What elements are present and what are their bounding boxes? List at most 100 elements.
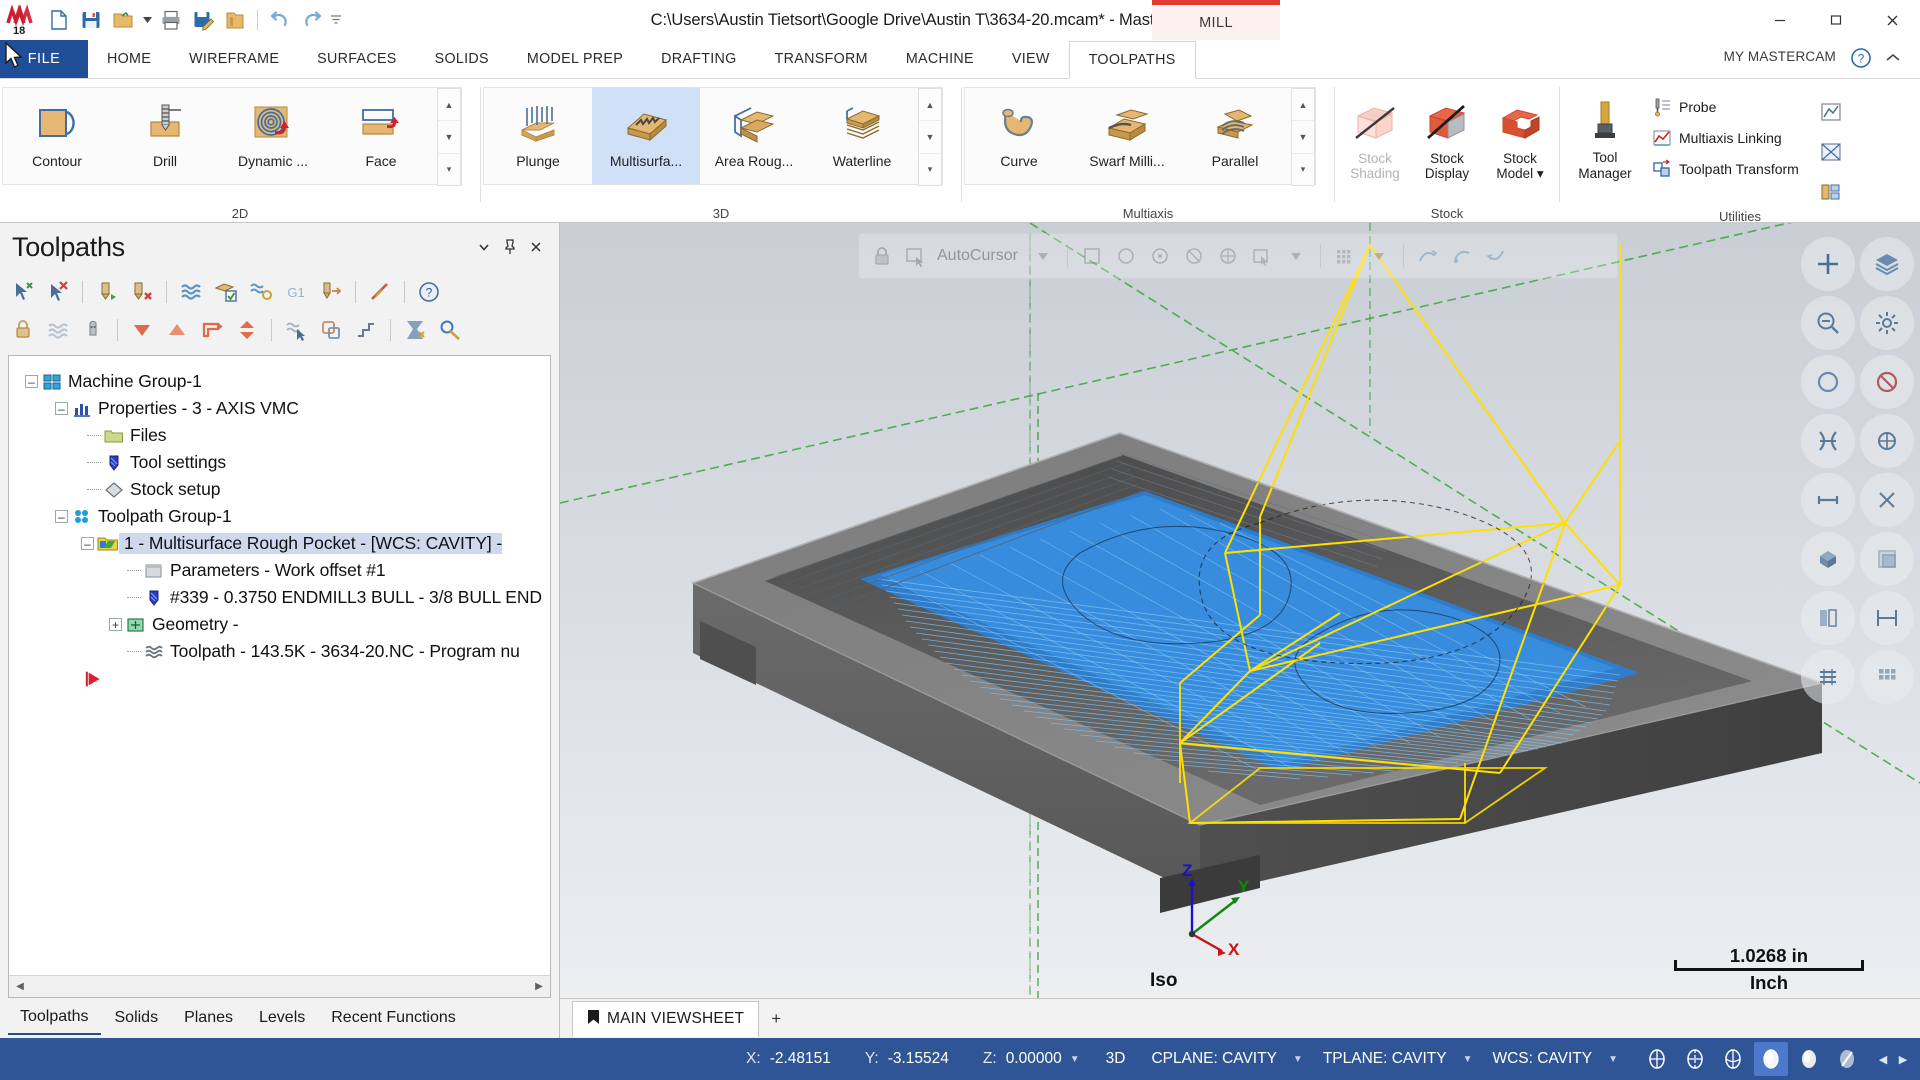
open-dropdown-caret[interactable] bbox=[140, 6, 154, 34]
tree-expander-geometry[interactable]: + bbox=[109, 618, 122, 631]
post-icon[interactable] bbox=[314, 275, 348, 309]
toggle-posting-icon[interactable] bbox=[41, 313, 75, 347]
tree-row-parameters[interactable]: Parameters - Work offset #1 bbox=[17, 557, 550, 584]
gallery-multiaxis-scroller[interactable]: ▲ ▼ ▾ bbox=[1291, 88, 1315, 186]
g1-backplot-icon[interactable]: G1 bbox=[279, 275, 313, 309]
grid-snap-icon[interactable] bbox=[1330, 241, 1360, 271]
gallery-2d-scroll-down[interactable]: ▼ bbox=[438, 121, 460, 154]
snap-quadrant-icon[interactable] bbox=[1213, 241, 1243, 271]
panel-tab-toolpaths[interactable]: Toolpaths bbox=[8, 1001, 101, 1035]
tree-row-files[interactable]: Files bbox=[17, 422, 550, 449]
edit-icon[interactable] bbox=[433, 313, 467, 347]
autocursor-mode-icon[interactable] bbox=[901, 241, 931, 271]
collapse-ribbon-icon[interactable] bbox=[1886, 50, 1900, 68]
grid-caret[interactable] bbox=[1364, 241, 1394, 271]
button-parallel-multiaxis[interactable]: Parallel bbox=[1181, 88, 1289, 184]
highfeed-icon[interactable] bbox=[363, 275, 397, 309]
open-folder-icon[interactable] bbox=[108, 5, 138, 35]
deselect-all-icon[interactable] bbox=[41, 275, 75, 309]
relative-snap-icon[interactable] bbox=[1413, 241, 1443, 271]
delete-icon[interactable] bbox=[398, 313, 432, 347]
utilities-extra-3-icon[interactable] bbox=[1814, 175, 1848, 209]
tab-solids[interactable]: SOLIDS bbox=[416, 40, 508, 78]
shaded-wireframe-icon[interactable] bbox=[1716, 1042, 1750, 1076]
status-wcs[interactable]: WCS: CAVITY bbox=[1492, 1050, 1592, 1068]
button-tool-manager[interactable]: Tool Manager bbox=[1566, 87, 1644, 183]
pan-icon[interactable] bbox=[1860, 414, 1914, 468]
tab-wireframe[interactable]: WIREFRAME bbox=[170, 40, 298, 78]
new-file-icon[interactable] bbox=[44, 5, 74, 35]
panel-tab-planes[interactable]: Planes bbox=[172, 1001, 245, 1035]
tree-expander-properties[interactable]: – bbox=[55, 402, 68, 415]
graphics-viewport[interactable]: AutoCursor Z Y X Iso 1.0268 in Inch MAIN… bbox=[560, 223, 1920, 1038]
tree-row-insert-arrow[interactable] bbox=[17, 665, 550, 692]
measure-icon[interactable] bbox=[1860, 591, 1914, 645]
button-stock-display[interactable]: Stock Display bbox=[1411, 87, 1483, 183]
select-toolpath-icon[interactable] bbox=[279, 313, 313, 347]
button-probe[interactable]: Probe bbox=[1648, 93, 1806, 121]
button-plunge[interactable]: Plunge bbox=[484, 88, 592, 184]
tab-surfaces[interactable]: SURFACES bbox=[298, 40, 415, 78]
zoom-window-icon[interactable] bbox=[1801, 355, 1855, 409]
fit-to-screen-icon[interactable] bbox=[1801, 237, 1855, 291]
tree-scroll-right-icon[interactable]: ▶ bbox=[528, 976, 550, 997]
panel-tab-levels[interactable]: Levels bbox=[247, 1001, 317, 1035]
wireframe-icon[interactable] bbox=[1860, 473, 1914, 527]
toolpath-group-icon[interactable] bbox=[195, 313, 229, 347]
viewsheet-tab-main[interactable]: MAIN VIEWSHEET bbox=[572, 1000, 760, 1037]
minimize-button[interactable] bbox=[1752, 0, 1808, 40]
gallery-ma-expand[interactable]: ▾ bbox=[1292, 154, 1314, 185]
autocursor-toolbar[interactable]: AutoCursor bbox=[858, 233, 1618, 279]
sort-icon[interactable] bbox=[230, 313, 264, 347]
print-icon[interactable] bbox=[156, 5, 186, 35]
simulate-nesting-icon[interactable] bbox=[244, 275, 278, 309]
product-tab-mill[interactable]: MILL bbox=[1152, 0, 1280, 40]
tree-horizontal-scrollbar[interactable]: ◀ ▶ bbox=[9, 975, 550, 997]
gallery-2d-scroll-up[interactable]: ▲ bbox=[438, 89, 460, 122]
tree-scroll-left-icon[interactable]: ◀ bbox=[9, 976, 31, 997]
button-dynamic-mill[interactable]: Dynamic ... bbox=[219, 88, 327, 184]
button-contour[interactable]: Contour bbox=[3, 88, 111, 184]
tree-expander-toolpath-group[interactable]: – bbox=[55, 510, 68, 523]
snap-point-icon[interactable] bbox=[1247, 241, 1277, 271]
tree-row-toolpath-group[interactable]: – Toolpath Group-1 bbox=[17, 503, 550, 530]
tab-drafting[interactable]: DRAFTING bbox=[642, 40, 755, 78]
snap-intersection-icon[interactable] bbox=[1179, 241, 1209, 271]
toggle-display-icon[interactable] bbox=[76, 313, 110, 347]
button-area-rough[interactable]: Area Roug... bbox=[700, 88, 808, 184]
simulate-toolpath-icon[interactable] bbox=[174, 275, 208, 309]
my-mastercam-link[interactable]: MY MASTERCAM bbox=[1724, 49, 1836, 64]
button-stock-shading[interactable]: Stock Shading bbox=[1339, 87, 1411, 183]
close-button[interactable] bbox=[1864, 0, 1920, 40]
button-stock-model[interactable]: Stock Model ▾ bbox=[1483, 87, 1557, 183]
tab-model-prep[interactable]: MODEL PREP bbox=[508, 40, 642, 78]
customize-qat-icon[interactable] bbox=[329, 6, 343, 34]
status-cplane[interactable]: CPLANE: CAVITY bbox=[1151, 1050, 1276, 1068]
tree-expander-toolpath-1[interactable]: – bbox=[81, 537, 94, 550]
toolpath-level-icon[interactable] bbox=[349, 313, 383, 347]
tree-row-tool-settings[interactable]: Tool settings bbox=[17, 449, 550, 476]
display-grid-icon[interactable] bbox=[1860, 650, 1914, 704]
translucent-display-icon[interactable] bbox=[1830, 1042, 1864, 1076]
gallery-3d-scroll-down[interactable]: ▼ bbox=[919, 121, 941, 154]
levels-icon[interactable] bbox=[1860, 237, 1914, 291]
panel-help-icon[interactable]: ? bbox=[412, 275, 446, 309]
status-tplane[interactable]: TPLANE: CAVITY bbox=[1323, 1050, 1447, 1068]
button-waterline[interactable]: Waterline bbox=[808, 88, 916, 184]
tree-row-machine-group[interactable]: – Machine Group-1 bbox=[17, 368, 550, 395]
lock-icon[interactable] bbox=[6, 313, 40, 347]
tab-toolpaths[interactable]: TOOLPATHS bbox=[1068, 41, 1196, 79]
analyze-icon[interactable] bbox=[1801, 650, 1855, 704]
regenerate-invalid-icon[interactable] bbox=[125, 275, 159, 309]
status-mode-3d[interactable]: 3D bbox=[1106, 1050, 1126, 1068]
tree-expander-machine-group[interactable]: – bbox=[25, 375, 38, 388]
tab-machine[interactable]: MACHINE bbox=[887, 40, 993, 78]
save-as-icon[interactable] bbox=[188, 5, 218, 35]
snap-caret[interactable] bbox=[1281, 241, 1311, 271]
snap-center-icon[interactable] bbox=[1145, 241, 1175, 271]
tree-row-multisurface-rough-pocket[interactable]: – 1 - Multisurface Rough Pocket - [WCS: … bbox=[17, 530, 550, 557]
tab-transform[interactable]: TRANSFORM bbox=[756, 40, 887, 78]
copy-icon[interactable] bbox=[314, 313, 348, 347]
status-tplane-caret[interactable]: ▼ bbox=[1463, 1054, 1473, 1065]
solid-shaded-icon[interactable] bbox=[1792, 1042, 1826, 1076]
